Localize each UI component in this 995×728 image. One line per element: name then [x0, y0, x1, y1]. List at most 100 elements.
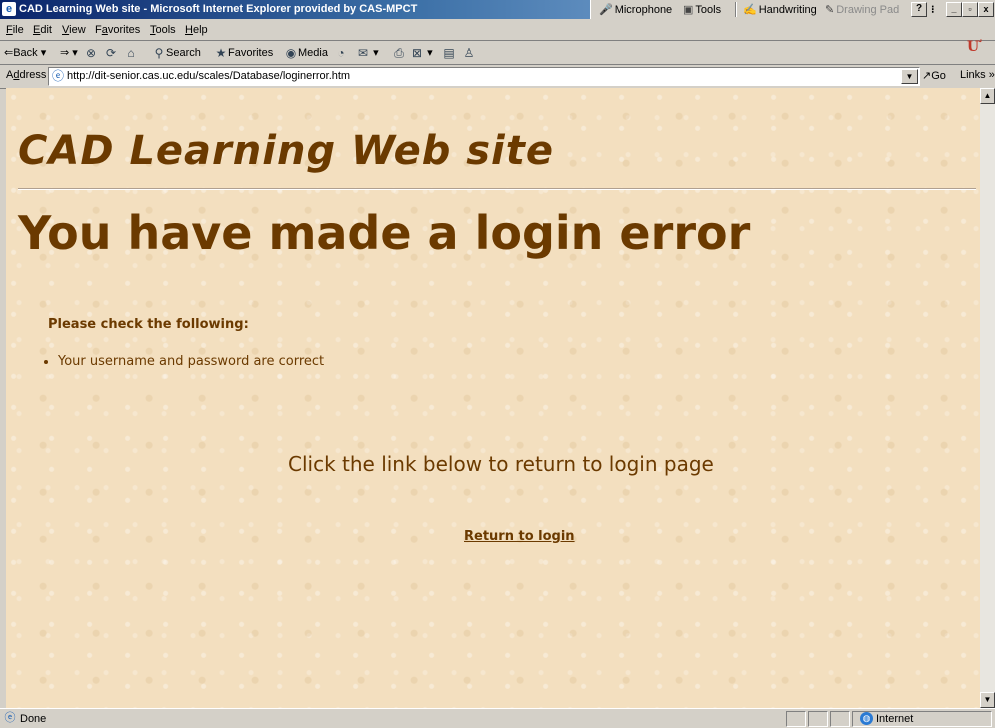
address-bar: Address ⓔ ▼ ↗Go Links » [0, 64, 995, 89]
stop-icon: ⊗ [85, 46, 97, 60]
links-button[interactable]: Links » [960, 69, 995, 81]
messenger-button[interactable]: ♙ [462, 46, 476, 60]
drawing-pad-button[interactable]: ✎ Drawing Pad [825, 3, 899, 16]
menu-file-label: ile [12, 24, 24, 36]
handwriting-button[interactable]: ✍ Handwriting [743, 3, 817, 16]
back-label: Back [13, 47, 38, 59]
window-title: CAD Learning Web site - Microsoft Intern… [19, 3, 418, 15]
address-input[interactable] [67, 68, 887, 85]
address-label-rest: dress [19, 69, 47, 81]
zone-pane [852, 711, 992, 727]
forward-button[interactable]: ⇒ ▾ [60, 46, 78, 59]
menu-edit-label: dit [40, 24, 52, 36]
mail-icon: ✉ [357, 46, 369, 61]
chevron-down-icon: ▾ [40, 47, 47, 59]
error-heading: You have made a login error [18, 206, 751, 260]
tools-button[interactable]: ▣ Tools [683, 3, 721, 16]
security-zone-label: Internet [876, 713, 914, 725]
language-bar-options-icon[interactable]: ⁝ [931, 3, 935, 16]
address-field[interactable]: ⓔ ▼ [48, 67, 920, 86]
scroll-up-button[interactable]: ▲ [980, 88, 995, 104]
drawing-pad-label: Drawing Pad [836, 4, 900, 16]
page-icon: ⓔ [51, 69, 64, 83]
back-button[interactable]: ⇐Back ▾ [4, 46, 46, 59]
menu-favorites-prefix: F [95, 24, 102, 36]
close-button[interactable]: x [978, 2, 994, 17]
scroll-down-button[interactable]: ▼ [980, 692, 995, 708]
list-item: Your username and password are correct [58, 354, 324, 369]
history-icon: ◔ [337, 46, 345, 60]
return-hint: Click the link below to return to login … [288, 452, 714, 476]
status-pane [786, 711, 806, 727]
minimize-button[interactable]: _ [946, 2, 962, 17]
handwriting-icon: ✍ [743, 4, 757, 16]
media-icon: ◉ [285, 46, 297, 60]
favorites-label: Favorites [228, 46, 274, 59]
forward-arrow-icon: ⇒ [60, 47, 70, 59]
chevron-down-icon: ▾ [427, 47, 433, 59]
media-button[interactable]: ◉ Media [284, 46, 328, 60]
menu-help-label: elp [192, 24, 208, 36]
microphone-icon: 🎤 [599, 4, 613, 16]
favorites-button[interactable]: ★ Favorites [214, 46, 274, 60]
address-label: Address [6, 69, 46, 81]
chevron-down-icon: ▾ [72, 47, 78, 59]
search-label: Search [166, 46, 201, 59]
status-bar: ⓔ Done ◍ Internet [0, 708, 995, 728]
return-to-login-link[interactable]: Return to login [464, 529, 575, 544]
go-button[interactable]: ↗Go [922, 69, 946, 82]
menu-help-accel: H [185, 24, 193, 36]
refresh-icon: ⟳ [105, 46, 117, 60]
messenger-icon: ♙ [463, 46, 475, 60]
page-done-icon: ⓔ [4, 712, 16, 724]
drawing-pad-icon: ✎ [825, 4, 835, 16]
ie-app-icon: e [2, 2, 16, 16]
print-button[interactable]: ⎙ [392, 46, 406, 60]
go-arrow-icon: ↗ [922, 70, 932, 82]
language-bar: 🎤 Microphone ▣ Tools ✍ Handwriting ✎ Drawing… [590, 0, 995, 19]
language-bar-divider [735, 2, 737, 17]
favorites-icon: ★ [215, 46, 227, 60]
mail-button[interactable]: ✉ ▾ [356, 46, 379, 60]
internet-zone-icon: ◍ [860, 712, 873, 725]
chevron-down-icon: ▾ [373, 47, 379, 59]
window-title-bar: e CAD Learning Web site - Microsoft Inte… [0, 0, 995, 19]
help-button[interactable]: ? [911, 2, 927, 17]
horizontal-rule [18, 188, 976, 190]
search-button[interactable]: ⚲ Search [152, 46, 201, 60]
menu-edit[interactable]: Edit [33, 24, 52, 36]
edit-button[interactable]: ⊠ ▾ [410, 46, 433, 60]
menu-favorites[interactable]: Favorites [95, 24, 140, 36]
search-icon: ⚲ [154, 46, 164, 60]
home-button[interactable]: ⌂ [124, 46, 138, 60]
media-label: Media [298, 46, 328, 59]
menu-file[interactable]: File [6, 24, 24, 36]
check-list: Your username and password are correct [36, 354, 324, 369]
status-pane [808, 711, 828, 727]
standard-toolbar: ⇐Back ▾ ⇒ ▾ ⊗ ⟳ ⌂ ⚲ Search ★ Favorites ◉ Me… [0, 41, 995, 65]
menu-file-accel: F [6, 24, 13, 36]
check-label: Please check the following: [48, 317, 249, 332]
tools-label: Tools [695, 4, 722, 16]
refresh-button[interactable]: ⟳ [104, 46, 118, 60]
menu-view-label: iew [69, 24, 86, 36]
microphone-button[interactable]: 🎤 Microphone [599, 3, 672, 16]
menu-tools-label: ools [155, 24, 176, 36]
history-button[interactable]: ◔ [334, 46, 348, 60]
menu-tools[interactable]: Tools [150, 24, 176, 36]
menu-help[interactable]: Help [185, 24, 208, 36]
discuss-icon: ▤ [443, 46, 455, 60]
vertical-scrollbar[interactable]: ▲ ▼ [980, 88, 995, 708]
status-pane [830, 711, 850, 727]
address-dropdown-button[interactable]: ▼ [901, 69, 918, 84]
restore-button[interactable]: ▫ [962, 2, 978, 17]
menu-favorites-label: vorites [107, 24, 141, 36]
stop-button[interactable]: ⊗ [84, 46, 98, 60]
links-label: Links [960, 69, 986, 81]
discuss-button[interactable]: ▤ [442, 46, 456, 60]
tools-icon: ▣ [683, 4, 694, 16]
go-label: Go [931, 70, 946, 82]
page-content: CAD Learning Web site You have made a lo… [6, 88, 980, 708]
menu-view[interactable]: View [62, 24, 86, 36]
edit-icon: ⊠ [411, 46, 423, 61]
